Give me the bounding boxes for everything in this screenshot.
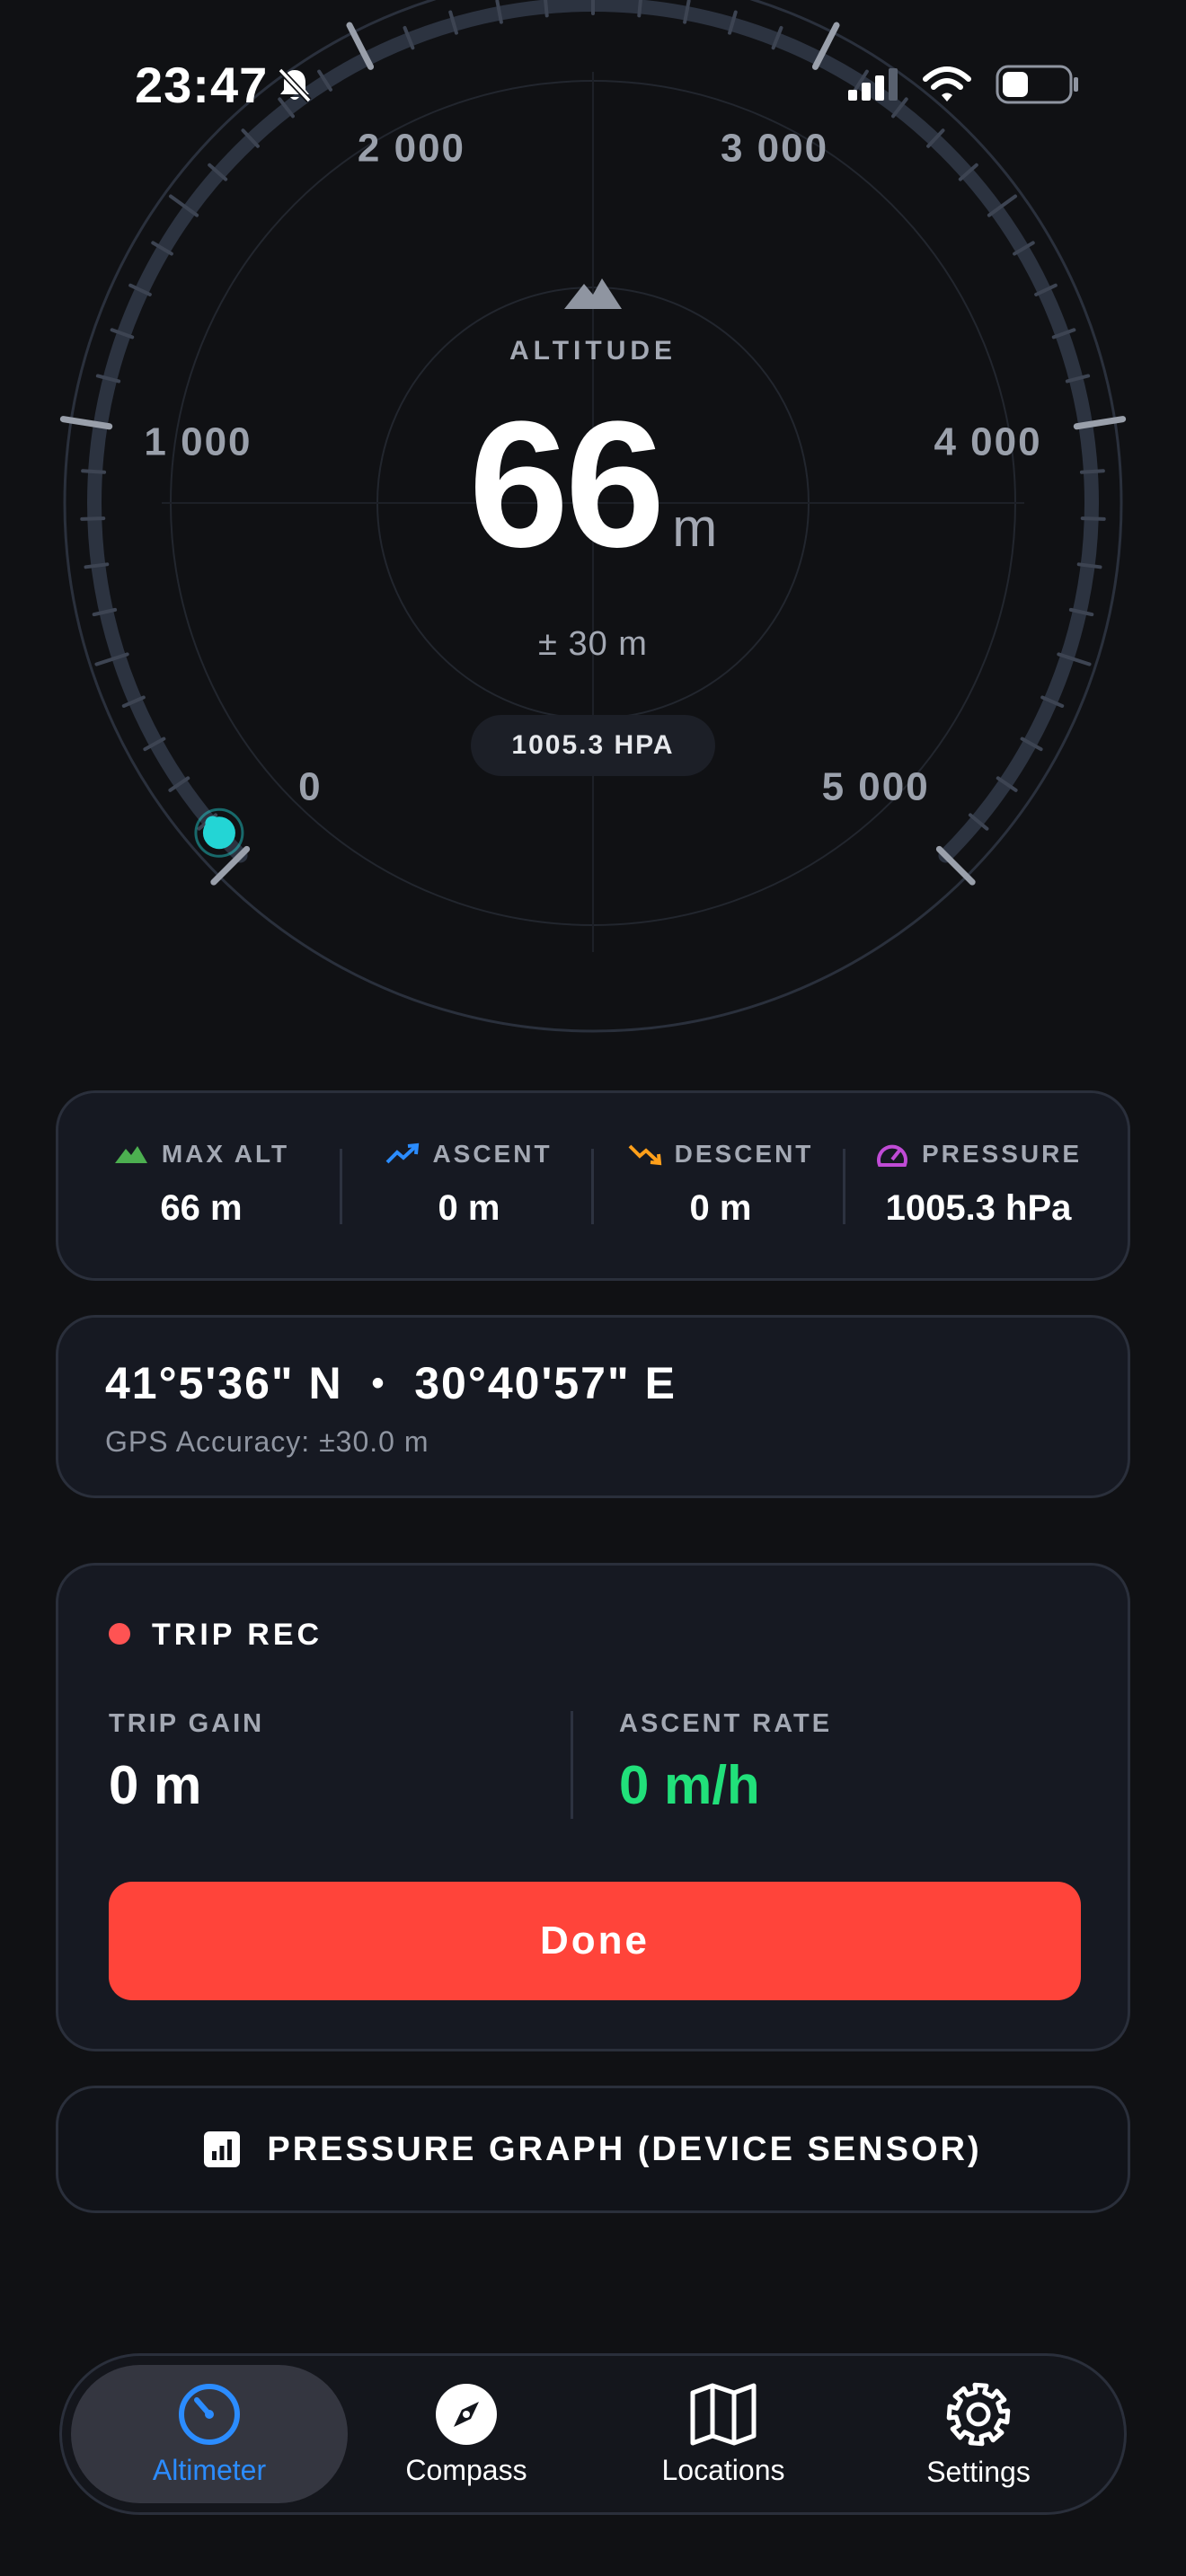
gauge-scale-label: 2 000	[358, 127, 465, 171]
stat-label: ASCENT	[432, 1140, 553, 1168]
location-card: 41°5'36" N • 30°40'57" E GPS Accuracy: ±…	[56, 1315, 1130, 1498]
trip-gain-label: TRIP GAIN	[109, 1709, 265, 1738]
mountain-icon	[564, 278, 622, 309]
bar-chart-icon	[204, 2131, 241, 2167]
battery-icon	[996, 65, 1078, 104]
stat-value: 66 m	[160, 1188, 243, 1228]
status-time: 23:47	[135, 57, 269, 113]
bell-muted-icon	[278, 67, 312, 103]
gauge-tick	[1079, 469, 1105, 474]
tab-label: Settings	[926, 2455, 1031, 2488]
coord-separator: •	[371, 1363, 386, 1403]
gauge-tick	[80, 516, 106, 521]
ascent-rate-value: 0 m/h	[619, 1755, 760, 1815]
gauge-scale-label: 0	[298, 765, 322, 809]
stat-max-alt: MAX ALT 66 m	[91, 1093, 312, 1278]
gear-icon	[946, 2382, 1011, 2446]
gauge-indicator	[202, 816, 235, 850]
gauge-tick	[637, 0, 642, 18]
gauge-scale-label: 5 000	[822, 765, 930, 809]
tab-locations[interactable]: Locations	[585, 2365, 862, 2503]
gauge-scale-label: 4 000	[934, 419, 1041, 463]
divider	[591, 1149, 594, 1224]
stat-value: 0 m	[438, 1188, 500, 1228]
gauge-tick	[1080, 516, 1106, 521]
trend-up-icon	[386, 1142, 420, 1164]
stat-descent: DESCENT 0 m	[610, 1093, 831, 1278]
stats-card: MAX ALT 66 m ASCENT 0 m DESCENT 0 m PRES…	[56, 1090, 1130, 1281]
status-icons	[848, 65, 1080, 104]
compass-icon	[436, 2383, 497, 2445]
pressure-graph-button[interactable]: PRESSURE GRAPH (DEVICE SENSOR)	[56, 2086, 1130, 2213]
trip-title: TRIP REC	[152, 1618, 323, 1652]
ascent-rate-label: ASCENT RATE	[619, 1709, 833, 1738]
pressure-badge: 1005.3 HPA	[471, 715, 715, 776]
divider	[340, 1149, 342, 1224]
tab-label: Locations	[661, 2453, 785, 2486]
stat-ascent: ASCENT 0 m	[358, 1093, 580, 1278]
altitude-unit: m	[672, 498, 718, 558]
gauge-icon	[876, 1144, 907, 1167]
signal-icon	[848, 68, 898, 101]
tab-label: Compass	[405, 2453, 527, 2486]
gauge-tick	[81, 469, 107, 474]
longitude: 30°40'57" E	[414, 1358, 677, 1408]
stat-label: PRESSURE	[921, 1140, 1083, 1168]
tab-settings[interactable]: Settings	[840, 2365, 1117, 2503]
divider	[571, 1711, 573, 1819]
gauge-scale-label: 1 000	[144, 419, 252, 463]
pressure-graph-label: PRESSURE GRAPH (DEVICE SENSOR)	[267, 2130, 982, 2168]
tab-altimeter[interactable]: Altimeter	[71, 2365, 348, 2503]
map-icon	[690, 2383, 757, 2445]
altitude-readout: 66 m	[359, 395, 827, 575]
gauge-tick	[544, 0, 549, 18]
mountain-icon	[114, 1146, 147, 1163]
altimeter-icon	[179, 2383, 240, 2445]
stat-pressure: PRESSURE 1005.3 hPa	[862, 1093, 1095, 1278]
recording-dot	[109, 1623, 130, 1645]
trip-card: TRIP REC TRIP GAIN 0 m ASCENT RATE 0 m/h…	[56, 1563, 1130, 2051]
stat-value: 1005.3 hPa	[885, 1188, 1072, 1228]
latitude: 41°5'36" N	[105, 1358, 343, 1408]
tab-label: Altimeter	[152, 2453, 267, 2486]
stat-label: DESCENT	[674, 1140, 814, 1168]
trip-gain-value: 0 m	[109, 1755, 202, 1815]
altitude-label: ALTITUDE	[509, 336, 677, 366]
altitude-accuracy: ± 30 m	[538, 625, 648, 663]
wifi-icon	[923, 66, 971, 101]
gauge-scale-label: 3 000	[721, 127, 828, 171]
coordinates: 41°5'36" N • 30°40'57" E	[105, 1357, 677, 1409]
altitude-value: 66	[468, 384, 665, 585]
stat-label: MAX ALT	[161, 1140, 290, 1168]
divider	[843, 1149, 845, 1224]
trend-down-icon	[628, 1144, 661, 1166]
gps-accuracy: GPS Accuracy: ±30.0 m	[105, 1425, 429, 1458]
tab-compass[interactable]: Compass	[328, 2365, 605, 2503]
stat-value: 0 m	[689, 1188, 752, 1228]
done-button[interactable]: Done	[109, 1882, 1081, 2000]
bottom-tab-bar: Altimeter Compass Locations Settings	[59, 2353, 1127, 2515]
